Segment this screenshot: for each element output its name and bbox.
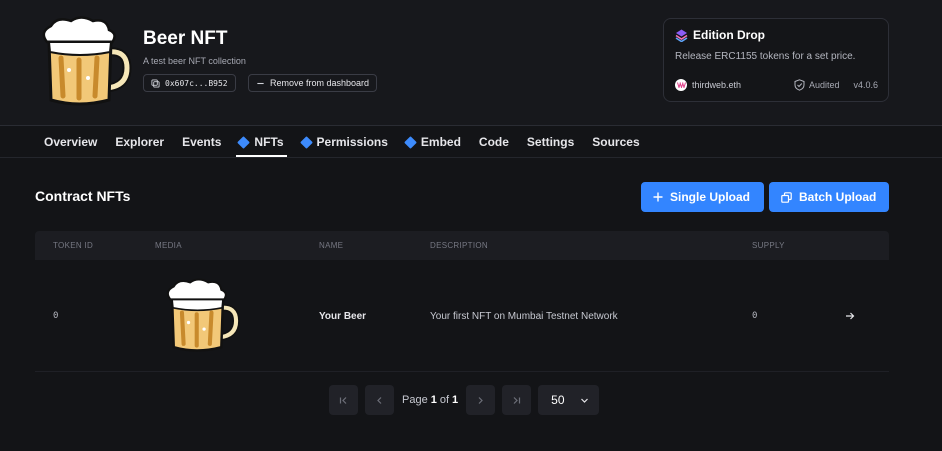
next-page-button[interactable] xyxy=(466,385,496,415)
beer-mug-image xyxy=(166,278,240,352)
chevron-down-icon xyxy=(581,398,589,403)
tab-permissions[interactable]: Permissions xyxy=(293,127,397,157)
tab-embed[interactable]: Embed xyxy=(397,127,470,157)
contract-header: Beer NFT A test beer NFT collection 0x60… xyxy=(0,0,942,126)
arrow-right-icon xyxy=(846,312,855,320)
contract-name: Beer NFT xyxy=(143,28,228,49)
table-row[interactable]: 0 Your Beer Your first NFT on Mumbai Tes… xyxy=(35,260,889,372)
tab-events[interactable]: Events xyxy=(173,127,230,157)
media-cell xyxy=(159,260,241,372)
minus-icon xyxy=(257,82,264,84)
tab-label: NFTs xyxy=(254,135,284,149)
tab-label: Sources xyxy=(592,135,640,149)
contract-version: v4.0.6 xyxy=(853,80,878,90)
first-page-button[interactable] xyxy=(329,385,358,415)
publisher-name: thirdweb.eth xyxy=(692,80,742,90)
tab-label: Embed xyxy=(420,135,461,149)
thirdweb-avatar-icon xyxy=(675,79,687,91)
edition-drop-icon xyxy=(675,29,688,42)
tab-label: Code xyxy=(478,135,509,149)
chevrons-right-bar-icon xyxy=(513,396,521,404)
single-upload-label: Single Upload xyxy=(670,190,751,204)
batch-upload-label: Batch Upload xyxy=(799,190,877,204)
beer-mug-logo xyxy=(42,16,132,106)
chevron-left-icon xyxy=(377,396,382,404)
tab-settings[interactable]: Settings xyxy=(518,127,583,157)
plus-icon xyxy=(653,192,663,202)
table-header: TOKEN ID MEDIA NAME DESCRIPTION SUPPLY xyxy=(35,231,889,260)
copy-address-button[interactable]: 0x607c...B952 xyxy=(143,74,236,92)
edition-card-title-row: Edition Drop xyxy=(675,28,765,42)
shield-check-icon xyxy=(794,79,805,91)
tabs-divider xyxy=(0,157,942,158)
previous-page-button[interactable] xyxy=(365,385,394,415)
diamond-icon xyxy=(299,135,313,149)
contract-description: A test beer NFT collection xyxy=(143,56,246,66)
publisher[interactable]: thirdweb.eth xyxy=(675,79,741,91)
supply-cell: 0 xyxy=(752,311,758,321)
copy-icon xyxy=(151,78,160,88)
edition-card-footer: thirdweb.eth Audited v4.0.6 xyxy=(675,79,878,91)
diamond-icon xyxy=(404,135,417,149)
last-page-button[interactable] xyxy=(502,385,532,415)
page-indicator: Page 1 of 1 xyxy=(401,394,459,406)
pagination: Page 1 of 1 50 xyxy=(329,385,600,415)
audited-label: Audited xyxy=(808,80,840,90)
diamond-icon xyxy=(237,135,251,149)
of-label: of xyxy=(439,394,450,406)
contract-address: 0x607c...B952 xyxy=(165,78,228,88)
edition-drop-card[interactable]: Edition Drop Release ERC1155 tokens for … xyxy=(663,18,889,102)
tab-label: Permissions xyxy=(316,135,388,149)
chevron-right-icon xyxy=(478,396,483,404)
contract-tabs: Overview Explorer Events NFTs Permission… xyxy=(35,127,649,157)
section-title: Contract NFTs xyxy=(35,188,131,204)
single-upload-button[interactable]: Single Upload xyxy=(641,182,764,212)
chevrons-left-bar-icon xyxy=(339,396,347,404)
tab-nfts[interactable]: NFTs xyxy=(230,127,292,157)
tab-label: Overview xyxy=(44,135,98,149)
column-header-description: DESCRIPTION xyxy=(430,241,488,250)
name-cell: Your Beer xyxy=(319,310,367,322)
tab-code[interactable]: Code xyxy=(470,127,518,157)
page-size-value: 50 xyxy=(551,393,565,407)
page-label: Page xyxy=(402,394,428,406)
description-cell: Your first NFT on Mumbai Testnet Network xyxy=(430,310,618,322)
column-header-name: NAME xyxy=(319,241,344,250)
page-size-select[interactable]: 50 xyxy=(538,385,600,415)
tab-explorer[interactable]: Explorer xyxy=(106,127,173,157)
batch-upload-button[interactable]: Batch Upload xyxy=(769,182,889,212)
nfts-table: TOKEN ID MEDIA NAME DESCRIPTION SUPPLY 0… xyxy=(35,231,889,372)
column-header-token-id: TOKEN ID xyxy=(53,241,94,250)
tab-label: Events xyxy=(182,135,222,149)
remove-label: Remove from dashboard xyxy=(270,78,370,88)
current-page: 1 xyxy=(430,394,437,406)
column-header-supply: SUPPLY xyxy=(752,241,785,250)
row-open-button[interactable] xyxy=(845,260,855,372)
audited-badge: Audited xyxy=(794,79,840,91)
tab-label: Settings xyxy=(526,135,575,149)
copy-stack-icon xyxy=(781,191,792,203)
tab-label: Explorer xyxy=(115,135,165,149)
column-header-media: MEDIA xyxy=(155,241,182,250)
total-pages: 1 xyxy=(452,394,459,406)
tab-sources[interactable]: Sources xyxy=(583,127,648,157)
edition-card-title: Edition Drop xyxy=(693,28,765,42)
edition-card-description: Release ERC1155 tokens for a set price. xyxy=(675,51,856,62)
tab-overview[interactable]: Overview xyxy=(35,127,106,157)
remove-from-dashboard-button[interactable]: Remove from dashboard xyxy=(248,74,378,92)
token-id-cell: 0 xyxy=(53,311,59,321)
